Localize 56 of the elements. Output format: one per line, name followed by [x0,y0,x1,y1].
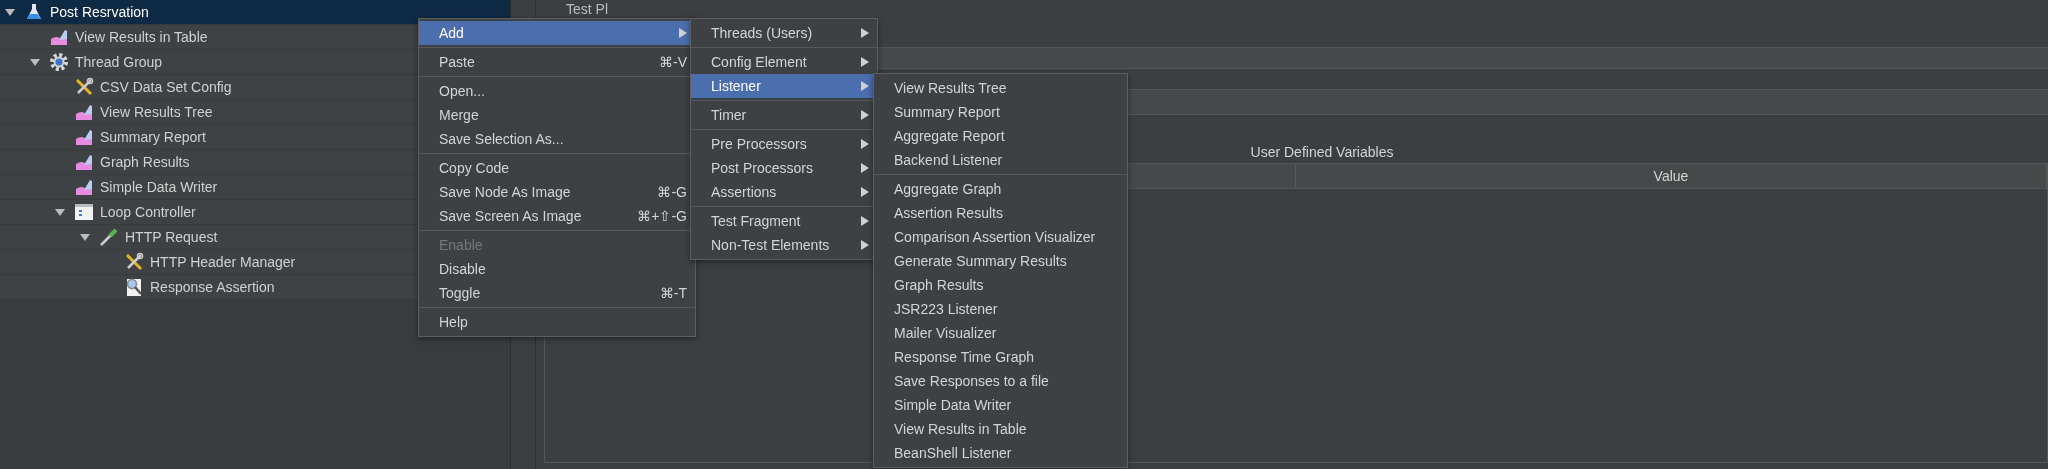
tree-item[interactable]: View Results in Table [75,29,208,45]
tree-item[interactable]: Loop Controller [100,204,196,220]
menu-item[interactable]: Assertions [691,180,877,204]
menu-item[interactable]: Comparison Assertion Visualizer [874,225,1127,249]
tree-item[interactable]: View Results Tree [100,104,213,120]
panel-title: Test Pl [565,1,609,17]
menu-item[interactable]: Aggregate Report [874,124,1127,148]
tools-icon [74,77,94,97]
menu-item[interactable]: View Results Tree [874,76,1127,100]
menu-item[interactable]: JSR223 Listener [874,297,1127,321]
menu-item[interactable]: Backend Listener [874,148,1127,172]
pipette-icon [99,227,119,247]
expander-icon[interactable] [5,7,15,17]
menu-item[interactable]: Test Fragment [691,209,877,233]
expander-icon[interactable] [55,207,65,217]
tree-item[interactable]: HTTP Header Manager [150,254,296,270]
menu-item[interactable]: Timer [691,103,877,127]
gear-icon [49,52,69,72]
magnifier-icon [124,277,144,297]
graph-icon [74,177,94,197]
menu-item[interactable]: Simple Data Writer [874,393,1127,417]
tools-icon [124,252,144,272]
menu-item[interactable]: Toggle ⌘-T [419,281,695,305]
graph-icon [74,102,94,122]
tree-item[interactable]: Simple Data Writer [100,179,218,195]
menu-item[interactable]: Graph Results [874,273,1127,297]
tree-item[interactable]: Thread Group [75,54,163,70]
flask-icon [24,2,44,22]
graph-icon [74,127,94,147]
menu-item[interactable]: Aggregate Graph [874,177,1127,201]
menu-item[interactable]: Help [419,310,695,334]
menu-item[interactable]: Summary Report [874,100,1127,124]
menu-item[interactable]: Response Time Graph [874,345,1127,369]
tree-item[interactable]: CSV Data Set Config [100,79,232,95]
controller-icon [74,202,94,222]
table-title: User Defined Variables [1250,143,1394,162]
column-header: Value [1296,164,2047,188]
menu-item[interactable]: Assertion Results [874,201,1127,225]
expander-icon[interactable] [30,57,40,67]
tree-item[interactable]: HTTP Request [125,229,218,245]
expander-icon[interactable] [80,232,90,242]
menu-item[interactable]: View Results in Table [874,417,1127,441]
menu-item[interactable]: Non-Test Elements [691,233,877,257]
tree-item[interactable]: Summary Report [100,129,206,145]
graph-icon [74,152,94,172]
menu-item[interactable]: Pre Processors [691,132,877,156]
menu-item[interactable]: BeanShell Listener [874,441,1127,465]
tree-item[interactable]: Post Resrvation [50,4,149,20]
graph-icon [49,27,69,47]
menu-item[interactable]: Save Responses to a file [874,369,1127,393]
menu-item[interactable]: Post Processors [691,156,877,180]
menu-item[interactable]: Disable [419,257,695,281]
tree-item[interactable]: Graph Results [100,154,190,170]
tree-item[interactable]: Response Assertion [150,279,275,295]
menu-item[interactable]: Generate Summary Results [874,249,1127,273]
menu-item[interactable]: Mailer Visualizer [874,321,1127,345]
